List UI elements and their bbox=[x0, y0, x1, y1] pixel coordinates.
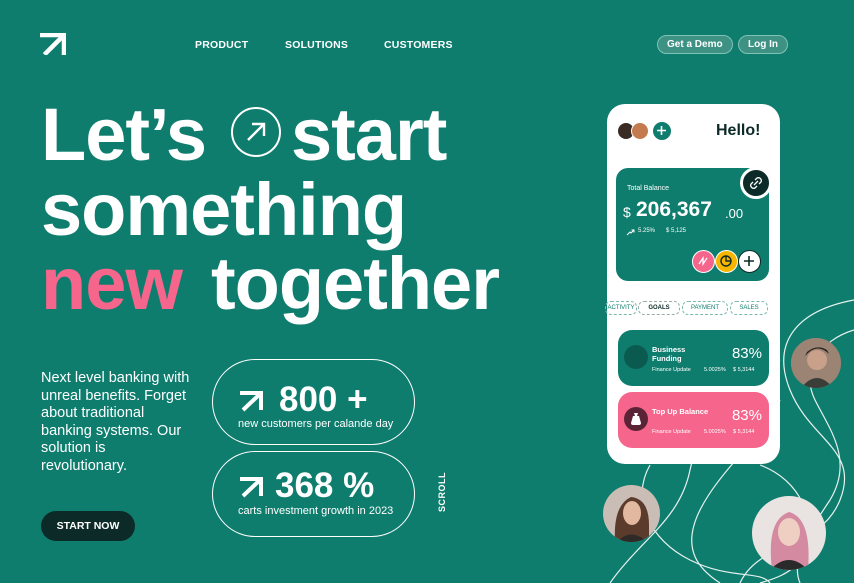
card-title: Business Funding bbox=[652, 345, 686, 363]
headline-start: start bbox=[291, 93, 447, 176]
nav-solutions[interactable]: SOLUTIONS bbox=[285, 39, 348, 51]
tab-activity[interactable]: ACTIVITY bbox=[605, 301, 637, 315]
card-sub-label: Finance Update bbox=[652, 367, 691, 373]
link-icon[interactable] bbox=[740, 167, 772, 199]
money-bag-icon bbox=[624, 407, 648, 431]
headline-something: something bbox=[41, 168, 407, 251]
headline-new: new bbox=[41, 242, 183, 325]
scroll-indicator[interactable]: SCROLL bbox=[437, 472, 447, 512]
arrow-icon bbox=[240, 391, 263, 412]
stat-customers: 800 + new customers per calande day bbox=[212, 359, 415, 445]
card-title: Top Up Balance bbox=[652, 407, 709, 416]
avatar bbox=[752, 496, 826, 570]
change-percent: 5.25% bbox=[638, 228, 656, 234]
logo-icon[interactable] bbox=[40, 33, 66, 55]
arrow-circle-icon bbox=[231, 107, 281, 157]
balance-label: Total Balance bbox=[627, 185, 670, 192]
hero-description: Next level banking with unreal benefits.… bbox=[41, 370, 190, 474]
get-demo-button[interactable]: Get a Demo bbox=[657, 35, 733, 54]
login-button[interactable]: Log In bbox=[738, 35, 788, 54]
greeting: Hello! bbox=[716, 122, 761, 139]
transfer-icon[interactable] bbox=[692, 250, 715, 273]
avatar bbox=[791, 338, 841, 388]
top-up-balance-card[interactable]: Top Up Balance 83% Finance Update 5.0025… bbox=[618, 392, 769, 448]
card-percent: 83% bbox=[731, 345, 762, 362]
card-sub-label: Finance Update bbox=[652, 429, 691, 435]
balance-amount: 206,367 bbox=[636, 198, 712, 221]
currency-symbol: $ bbox=[623, 204, 631, 220]
stat-growth: 368 % carts investment growth in 2023 bbox=[212, 451, 415, 537]
headline-together: together bbox=[211, 242, 500, 325]
stat-value: 800 + bbox=[279, 380, 368, 419]
card-sub-amount: $ 5,3144 bbox=[733, 429, 755, 435]
change-amount: $ 5,125 bbox=[666, 228, 687, 234]
arrow-icon bbox=[240, 477, 263, 498]
nav-product[interactable]: PRODUCT bbox=[195, 39, 248, 51]
card-sub-amount: $ 5,3144 bbox=[733, 367, 755, 373]
funding-icon bbox=[624, 345, 648, 369]
business-funding-card[interactable]: Business Funding 83% Finance Update 5.00… bbox=[618, 330, 769, 386]
card-sub-value: 5.0025% bbox=[704, 429, 726, 435]
avatar bbox=[603, 485, 660, 542]
stat-value: 368 % bbox=[275, 466, 375, 505]
add-contact-icon[interactable] bbox=[653, 122, 671, 140]
headline-let-s: Let’s bbox=[41, 93, 207, 176]
avatar bbox=[631, 122, 649, 140]
tab-goals[interactable]: GOALS bbox=[638, 301, 680, 315]
balance-cents: .00 bbox=[725, 206, 744, 221]
start-now-button[interactable]: START NOW bbox=[41, 511, 135, 541]
nav-customers[interactable]: CUSTOMERS bbox=[384, 39, 453, 51]
stat-label: carts investment growth in 2023 bbox=[238, 505, 394, 517]
tabs: ACTIVITY GOALS PAYMENT SALES bbox=[605, 301, 785, 315]
add-icon[interactable] bbox=[738, 250, 761, 273]
card-percent: 83% bbox=[731, 407, 762, 424]
card-sub-value: 5.0025% bbox=[704, 367, 726, 373]
pie-chart-icon[interactable] bbox=[715, 250, 738, 273]
stat-label: new customers per calande day bbox=[238, 418, 394, 430]
tab-payment[interactable]: PAYMENT bbox=[682, 301, 728, 315]
phone-mockup: Hello! Total Balance $ 206,367 .00 5.25%… bbox=[605, 104, 780, 464]
trend-up-icon bbox=[626, 229, 635, 236]
tab-sales[interactable]: SALES bbox=[730, 301, 768, 315]
